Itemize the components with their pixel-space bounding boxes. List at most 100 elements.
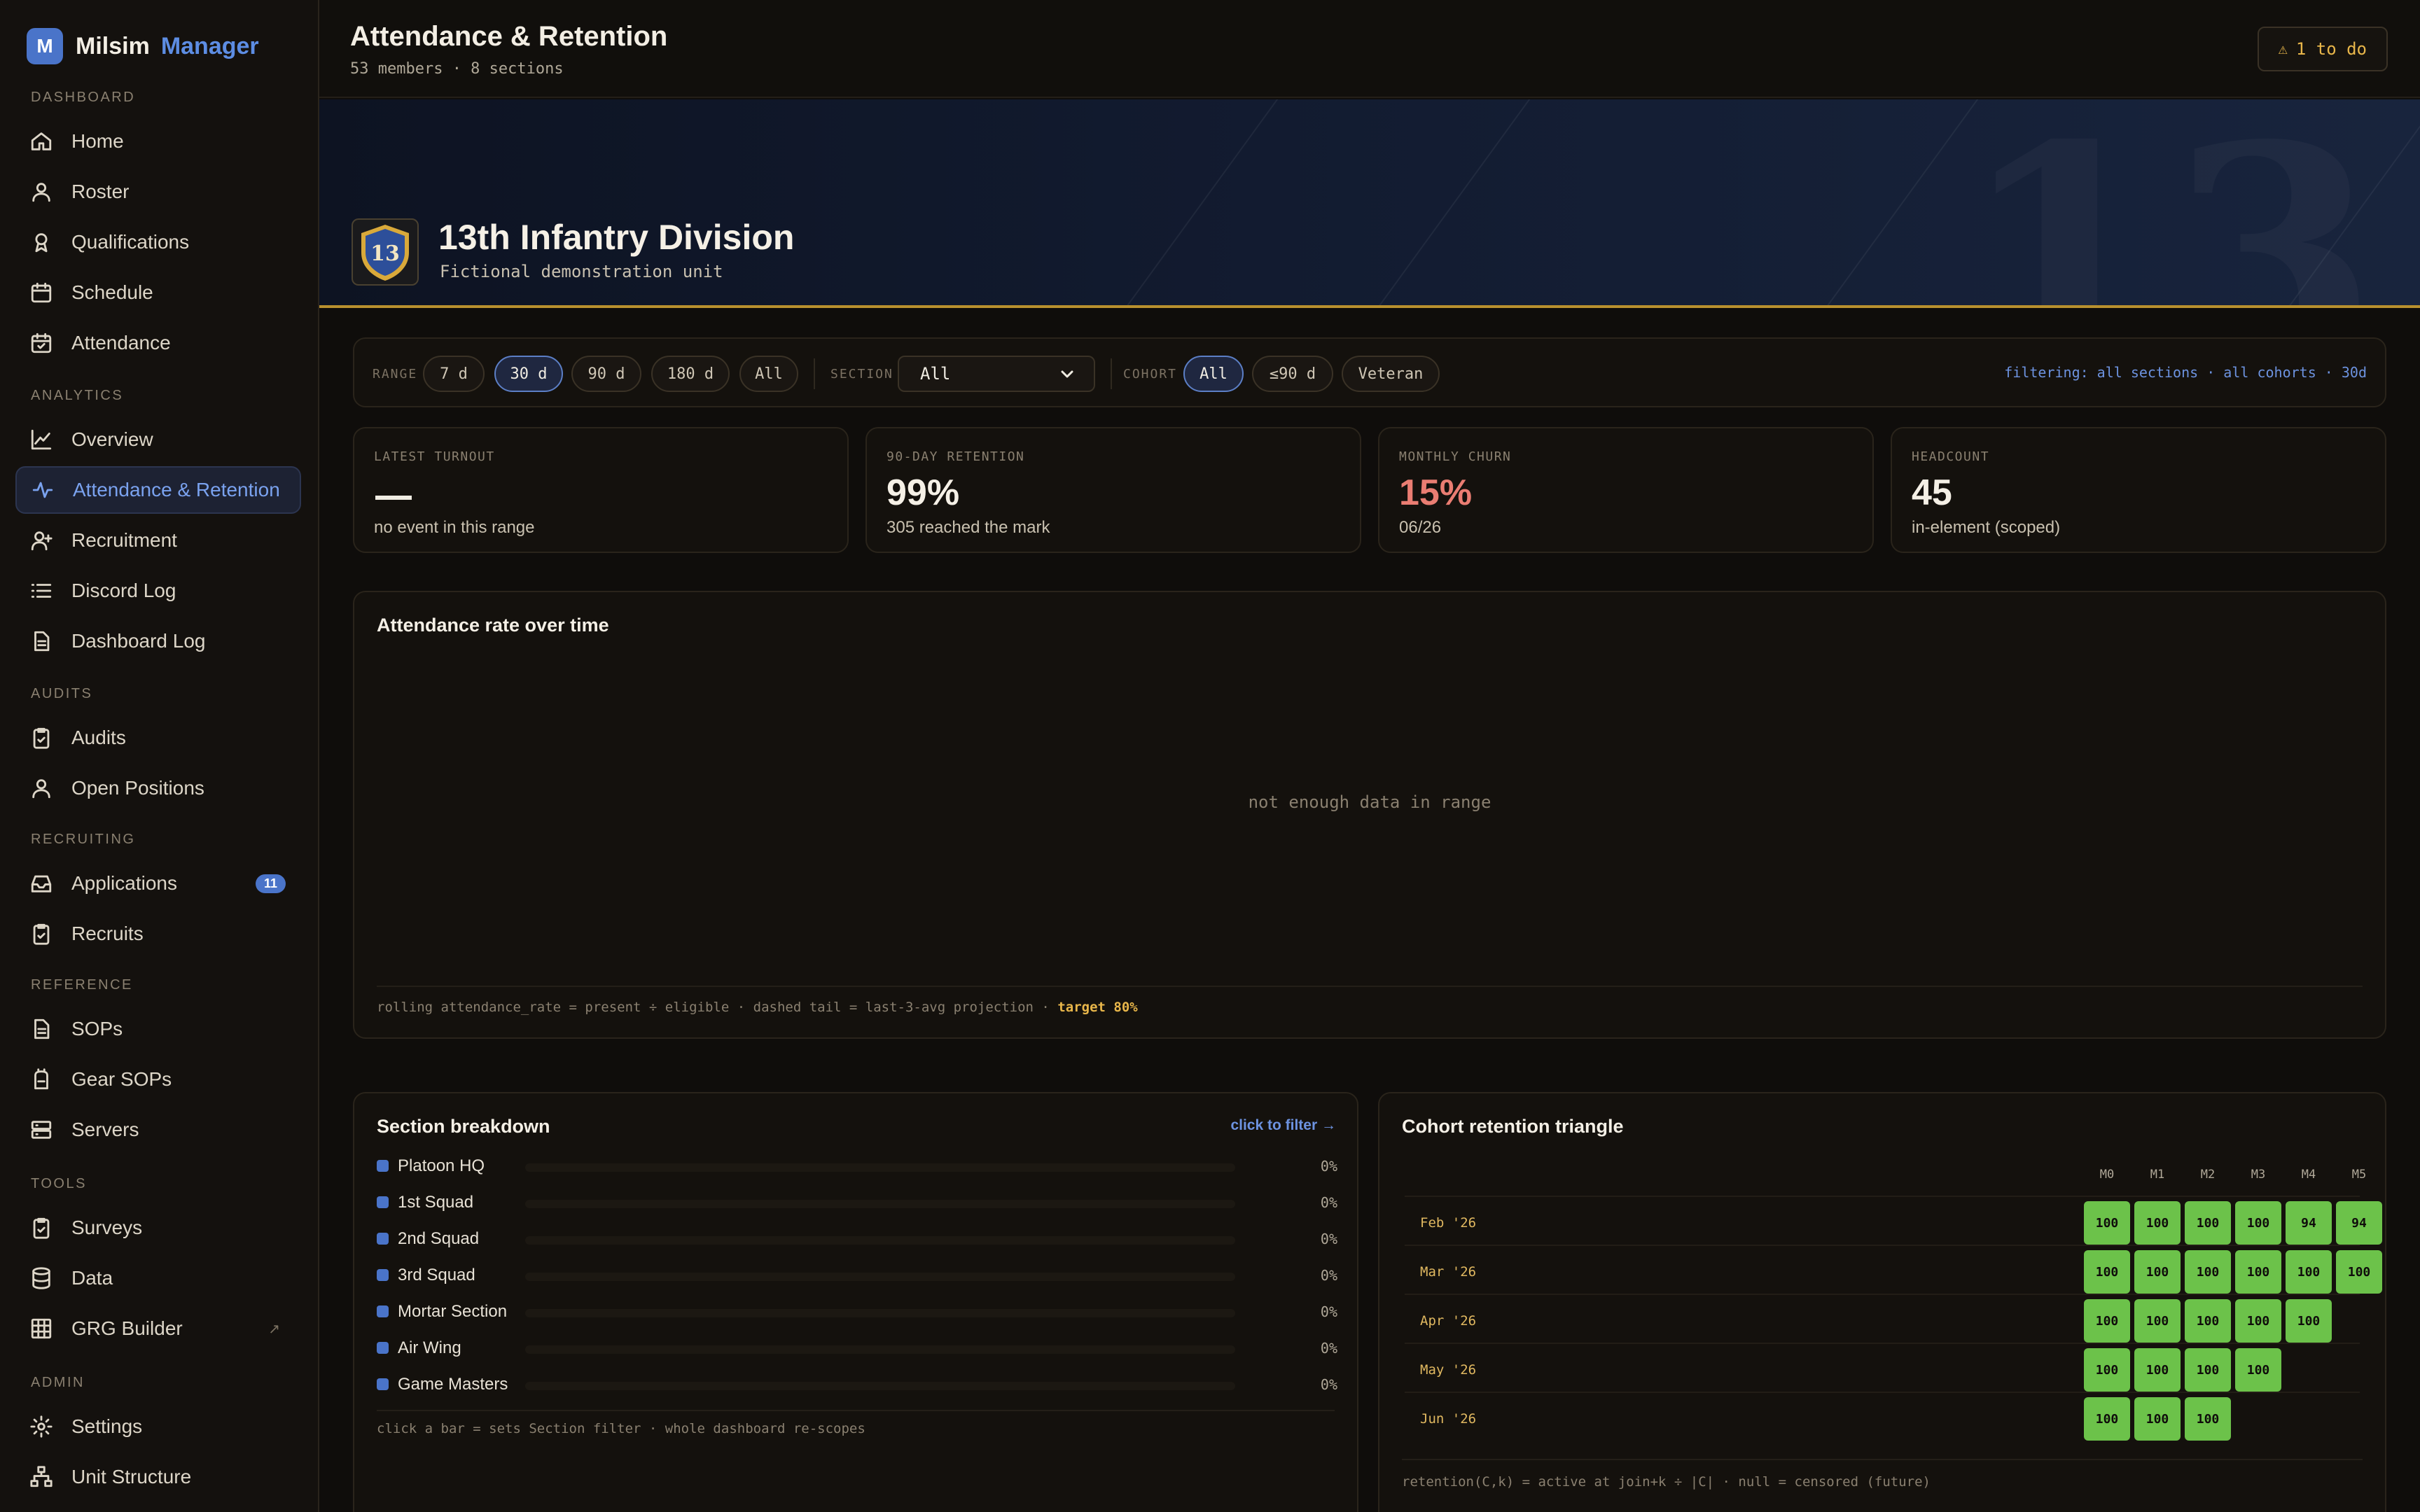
stat-card: 90-DAY RETENTION 99% 305 reached the mark <box>865 427 1361 553</box>
range-chip[interactable]: 90 d <box>571 356 641 392</box>
cohort-cell[interactable]: 100 <box>2084 1250 2130 1294</box>
section-select[interactable]: All <box>898 356 1095 392</box>
cohort-row-label: Mar '26 <box>1420 1264 1477 1280</box>
sidebar-item-sops[interactable]: SOPs <box>15 1005 301 1053</box>
cohort-chip[interactable]: All <box>1183 356 1244 392</box>
sidebar-item-open-positions[interactable]: Open Positions <box>15 764 301 812</box>
section-percent: 0% <box>1320 1194 1337 1211</box>
sidebar-item-applications[interactable]: Applications 11 <box>15 860 301 907</box>
section-row[interactable]: Air Wing 0% <box>377 1334 1337 1362</box>
section-row[interactable]: Game Masters 0% <box>377 1371 1337 1399</box>
sidebar-item-label: Home <box>71 130 124 152</box>
sidebar-item-recruits[interactable]: Recruits <box>15 910 301 958</box>
range-chip[interactable]: All <box>739 356 798 392</box>
cohort-cell[interactable]: 100 <box>2235 1201 2281 1245</box>
cohort-cell[interactable]: 100 <box>2134 1250 2181 1294</box>
filtering-summary: filtering: all sections · all cohorts · … <box>2004 364 2367 381</box>
todo-button[interactable]: ⚠ 1 to do <box>2257 27 2388 71</box>
cohort-cell[interactable]: 100 <box>2185 1299 2231 1343</box>
sidebar-item-roster[interactable]: Roster <box>15 168 301 216</box>
cohort-cell[interactable]: 100 <box>2134 1201 2181 1245</box>
section-color-swatch <box>377 1269 389 1281</box>
sidebar-item-dashboard-log[interactable]: Dashboard Log <box>15 617 301 665</box>
cohort-cell[interactable]: 100 <box>2084 1299 2130 1343</box>
banner-stripe <box>1031 99 1289 305</box>
range-chip[interactable]: 180 d <box>651 356 730 392</box>
cohort-cell[interactable]: 100 <box>2235 1250 2281 1294</box>
section-row[interactable]: 2nd Squad 0% <box>377 1225 1337 1253</box>
cohort-cell[interactable]: 94 <box>2286 1201 2332 1245</box>
cohort-chip[interactable]: Veteran <box>1342 356 1440 392</box>
sidebar-item-home[interactable]: Home <box>15 118 301 165</box>
cohort-cell[interactable]: 94 <box>2336 1201 2382 1245</box>
cohort-row-label: Apr '26 <box>1420 1313 1477 1329</box>
cohort-cell[interactable]: 100 <box>2084 1201 2130 1245</box>
stat-label: HEADCOUNT <box>1912 449 1990 464</box>
sidebar-item-label: Surveys <box>71 1217 143 1238</box>
user-icon <box>32 183 50 202</box>
section-name: Air Wing <box>398 1338 461 1357</box>
sidebar-item-attendance-retention[interactable]: Attendance & Retention <box>15 466 301 514</box>
sidebar-item-schedule[interactable]: Schedule <box>15 269 301 316</box>
cohort-cell[interactable]: 100 <box>2235 1348 2281 1392</box>
sidebar-item-data[interactable]: Data <box>15 1254 301 1302</box>
range-chip[interactable]: 7 d <box>423 356 485 392</box>
sidebar-item-grg-builder[interactable]: GRG Builder ↗ <box>15 1305 301 1352</box>
sidebar-item-recruitment[interactable]: Recruitment <box>15 517 301 564</box>
cohort-cell[interactable]: 100 <box>2286 1250 2332 1294</box>
gear-icon <box>30 1415 53 1438</box>
nav-section-analytics: ANALYTICS <box>31 388 124 403</box>
sidebar-item-surveys[interactable]: Surveys <box>15 1204 301 1252</box>
cohort-footnote: retention(C,k) = active at join+k ÷ |C| … <box>1402 1474 1931 1490</box>
user-plus-icon <box>31 531 53 551</box>
sidebar-item-attendance[interactable]: Attendance <box>15 319 301 367</box>
stat-value: 99% <box>886 472 960 513</box>
clipboard-check-icon <box>33 727 50 749</box>
section-percent: 0% <box>1320 1158 1337 1175</box>
cohort-chip[interactable]: ≤90 d <box>1252 356 1333 392</box>
cohort-cell[interactable]: 100 <box>2134 1397 2181 1441</box>
backpack-icon <box>34 1068 48 1090</box>
cohort-cell[interactable]: 100 <box>2185 1250 2231 1294</box>
cohort-cell[interactable]: 100 <box>2286 1299 2332 1343</box>
section-percent: 0% <box>1320 1267 1337 1284</box>
cohort-cell[interactable]: 100 <box>2336 1250 2382 1294</box>
cohort-cell[interactable]: 100 <box>2134 1348 2181 1392</box>
click-to-filter-link[interactable]: click to filter → <box>1230 1117 1336 1134</box>
cohort-cell[interactable]: 100 <box>2235 1299 2281 1343</box>
nav-section-tools: TOOLS <box>31 1176 87 1191</box>
sidebar: M Milsim Manager DASHBOARD Home Roster Qual… <box>0 0 319 1512</box>
section-row[interactable]: Mortar Section 0% <box>377 1298 1337 1326</box>
sidebar-item-label: Settings <box>71 1415 143 1437</box>
sidebar-item-overview[interactable]: Overview <box>15 416 301 463</box>
sidebar-item-discord-log[interactable]: Discord Log <box>15 567 301 615</box>
sidebar-item-gear-sops[interactable]: Gear SOPs <box>15 1056 301 1103</box>
cohort-retention-panel: Cohort retention triangle M0 M1 M2 M3 M4 M5 Fe… <box>1378 1092 2386 1512</box>
section-row[interactable]: 1st Squad 0% <box>377 1189 1337 1217</box>
sidebar-item-settings[interactable]: Settings <box>15 1403 301 1450</box>
sidebar-item-servers[interactable]: Servers <box>15 1106 301 1154</box>
brand-name: Milsim <box>76 32 150 59</box>
sidebar-item-qualifications[interactable]: Qualifications <box>15 218 301 266</box>
cohort-cell[interactable]: 100 <box>2185 1201 2231 1245</box>
sidebar-item-audits[interactable]: Audits <box>15 714 301 762</box>
range-chip[interactable]: 30 d <box>494 356 563 392</box>
chart-footnote-text: rolling attendance_rate = present ÷ elig… <box>377 1000 1050 1015</box>
section-row[interactable]: Platoon HQ 0% <box>377 1152 1337 1180</box>
server-icon <box>31 1121 52 1139</box>
section-color-swatch <box>377 1160 389 1172</box>
cohort-cell[interactable]: 100 <box>2084 1348 2130 1392</box>
unit-insignia: 13 <box>352 218 419 286</box>
cohort-cell[interactable]: 100 <box>2185 1397 2231 1441</box>
cohort-cell[interactable]: 100 <box>2084 1397 2130 1441</box>
cohort-cell[interactable]: 100 <box>2134 1299 2181 1343</box>
sidebar-item-label: Servers <box>71 1119 139 1140</box>
brand[interactable]: M Milsim Manager <box>27 27 259 66</box>
section-name: 2nd Squad <box>398 1229 480 1248</box>
sidebar-item-label: Applications <box>71 872 177 894</box>
shield-number: 13 <box>370 241 400 266</box>
section-row[interactable]: 3rd Squad 0% <box>377 1261 1337 1289</box>
sidebar-item-unit-structure[interactable]: Unit Structure <box>15 1453 301 1501</box>
cohort-cell[interactable]: 100 <box>2185 1348 2231 1392</box>
brand-logo: M <box>27 28 63 64</box>
